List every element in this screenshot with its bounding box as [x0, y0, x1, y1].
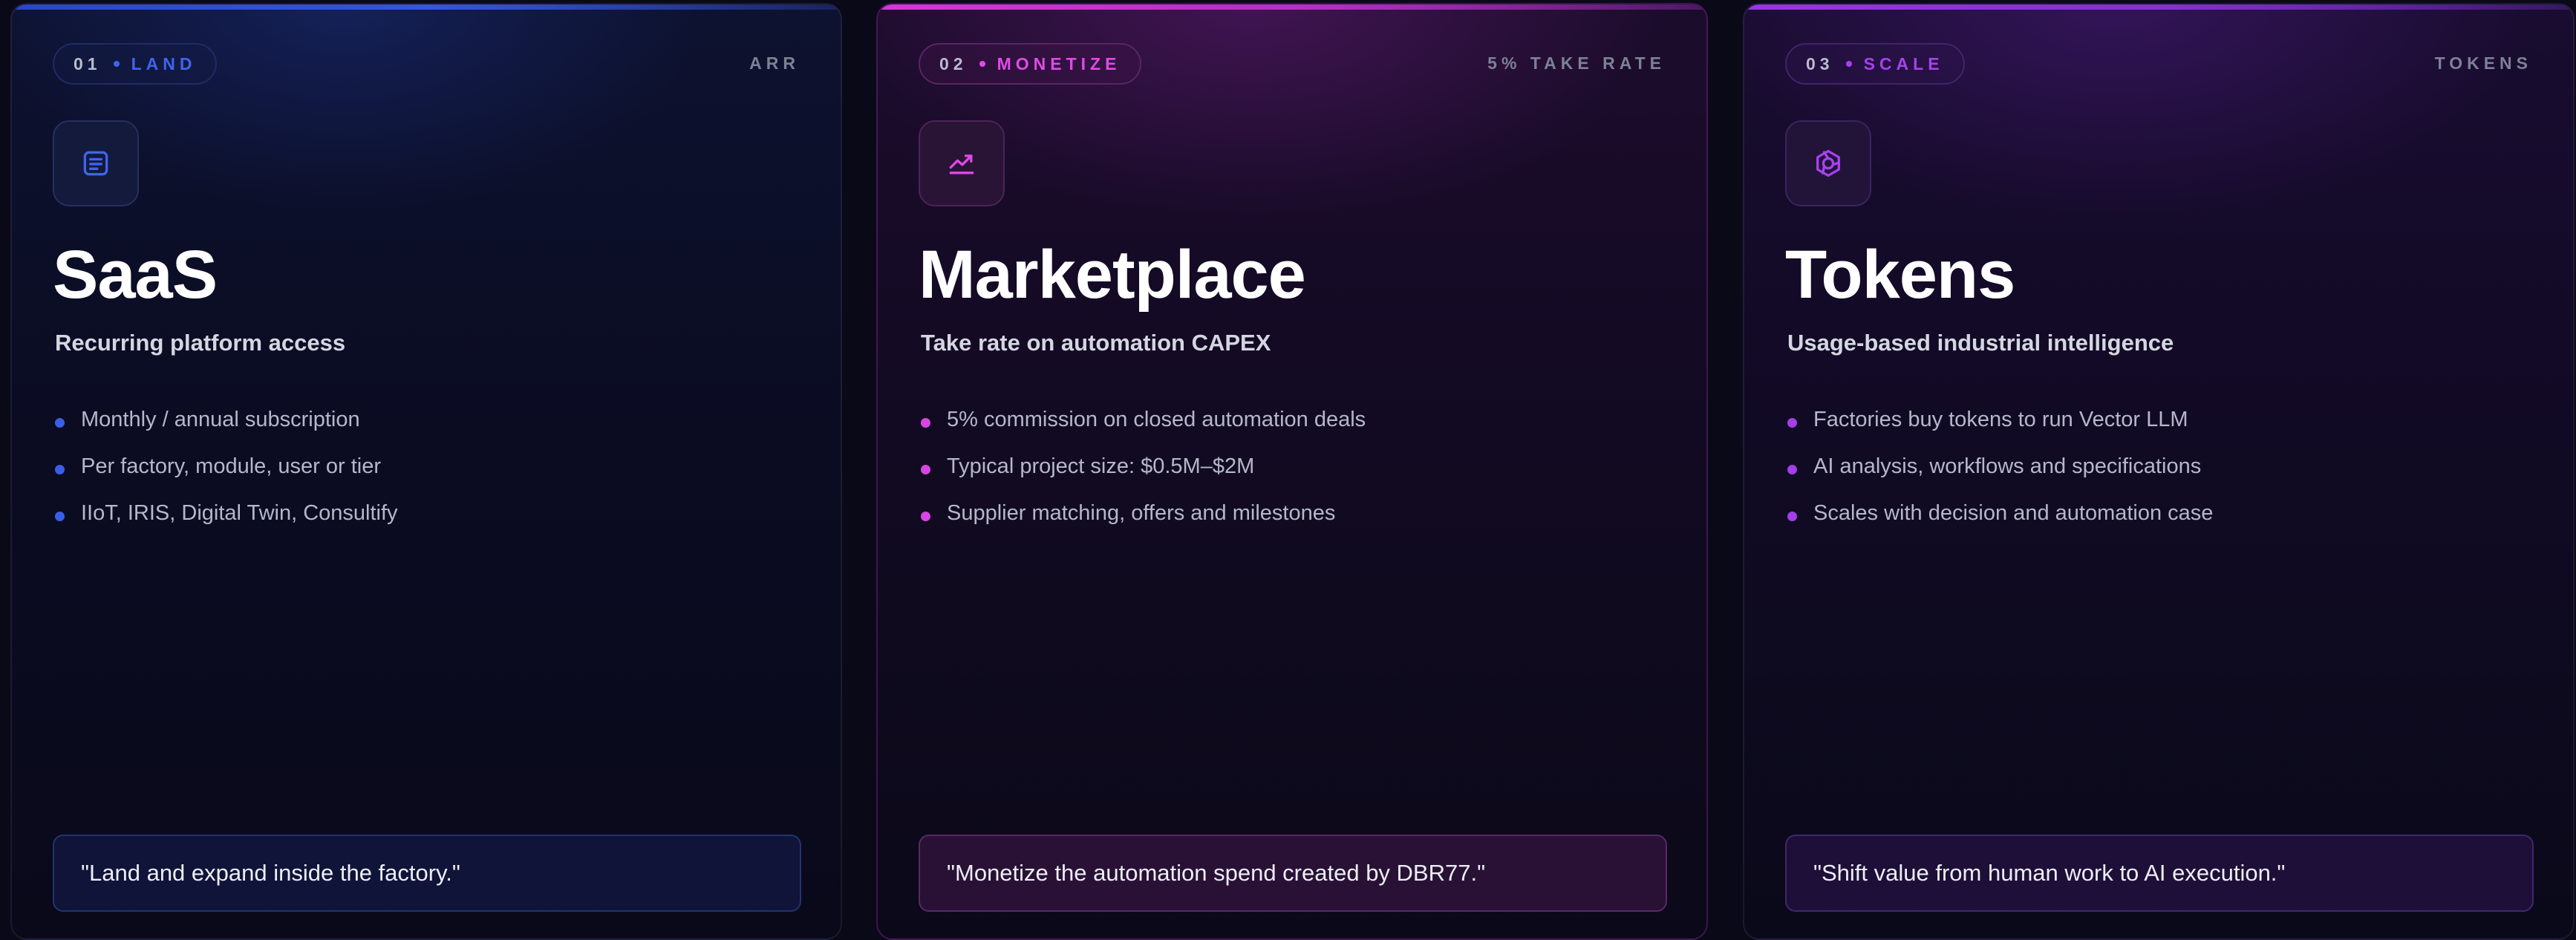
stage-badge: 03 SCALE: [1785, 43, 1965, 85]
badge-dot: [979, 61, 985, 67]
document-icon: [83, 151, 108, 176]
icon-tile: [919, 120, 1005, 206]
list-item-text: Scales with decision and automation case: [1813, 501, 2214, 525]
list-item: AI analysis, workflows and specification…: [1787, 443, 2213, 490]
badge-dot: [113, 61, 120, 67]
list-item-text: 5% commission on closed automation deals: [947, 408, 1366, 431]
card-title: Marketplace: [919, 237, 1306, 313]
icon-tile: [1785, 120, 1871, 206]
badge-dot: [1845, 61, 1852, 67]
feature-list: Monthly / annual subscription Per factor…: [55, 396, 398, 537]
list-item: Supplier matching, offers and milestones: [921, 490, 1366, 537]
card-saas: 01 LAND ARR SaaS Recurring platform acce…: [10, 3, 842, 940]
card-subtitle: Take rate on automation CAPEX: [921, 330, 1271, 356]
bullet-dot: [921, 465, 930, 474]
bullet-dot: [1787, 512, 1797, 521]
list-item-text: Per factory, module, user or tier: [81, 454, 382, 478]
bullet-dot: [1787, 418, 1797, 428]
card-subtitle: Recurring platform access: [55, 330, 346, 356]
quote-box: "Shift value from human work to AI execu…: [1785, 835, 2534, 912]
list-item-text: Monthly / annual subscription: [81, 408, 360, 431]
stage-number: 02: [939, 53, 968, 74]
list-item: Factories buy tokens to run Vector LLM: [1787, 396, 2213, 443]
stage-label: MONETIZE: [997, 53, 1121, 74]
stage-number: 01: [74, 53, 102, 74]
list-item: Monthly / annual subscription: [55, 396, 398, 443]
list-item: IIoT, IRIS, Digital Twin, Consultify: [55, 490, 398, 537]
token-hexagon-icon: [1816, 149, 1840, 177]
stage-badge: 02 MONETIZE: [919, 43, 1142, 85]
card-marketplace: 02 MONETIZE 5% TAKE RATE Marketplace Tak…: [876, 3, 1708, 940]
list-item-text: Typical project size: $0.5M–$2M: [947, 454, 1255, 478]
stage-label: LAND: [131, 53, 197, 74]
list-item-text: Supplier matching, offers and milestones: [947, 501, 1336, 525]
card-accent-bar: [878, 4, 1706, 10]
stage-number: 03: [1806, 53, 1834, 74]
stage-label: SCALE: [1863, 53, 1944, 74]
bullet-dot: [55, 418, 65, 428]
bullet-dot: [55, 512, 65, 521]
list-item-text: Factories buy tokens to run Vector LLM: [1813, 408, 2188, 431]
card-accent-bar: [12, 4, 841, 10]
bullet-dot: [921, 418, 930, 428]
feature-list: 5% commission on closed automation deals…: [921, 396, 1366, 537]
feature-list: Factories buy tokens to run Vector LLM A…: [1787, 396, 2213, 537]
icon-tile: [53, 120, 139, 206]
bullet-dot: [55, 465, 65, 474]
metric-label: 5% TAKE RATE: [1487, 53, 1666, 73]
list-item: Per factory, module, user or tier: [55, 443, 398, 490]
trending-up-icon: [949, 154, 974, 174]
bullet-dot: [921, 512, 930, 521]
list-item-text: IIoT, IRIS, Digital Twin, Consultify: [81, 501, 398, 525]
card-title: Tokens: [1785, 237, 2015, 313]
quote-box: "Monetize the automation spend created b…: [919, 835, 1667, 912]
card-title: SaaS: [53, 237, 218, 313]
metric-label: TOKENS: [2434, 53, 2532, 73]
card-accent-bar: [1744, 4, 2573, 10]
card-tokens: 03 SCALE TOKENS Tokens Usage-based indus…: [1743, 3, 2575, 940]
card-subtitle: Usage-based industrial intelligence: [1787, 330, 2174, 356]
list-item: Typical project size: $0.5M–$2M: [921, 443, 1366, 490]
list-item-text: AI analysis, workflows and specification…: [1813, 454, 2202, 478]
metric-label: ARR: [749, 53, 800, 73]
quote-box: "Land and expand inside the factory.": [53, 835, 801, 912]
stage-badge: 01 LAND: [53, 43, 218, 85]
bullet-dot: [1787, 465, 1797, 474]
list-item: Scales with decision and automation case: [1787, 490, 2213, 537]
list-item: 5% commission on closed automation deals: [921, 396, 1366, 443]
